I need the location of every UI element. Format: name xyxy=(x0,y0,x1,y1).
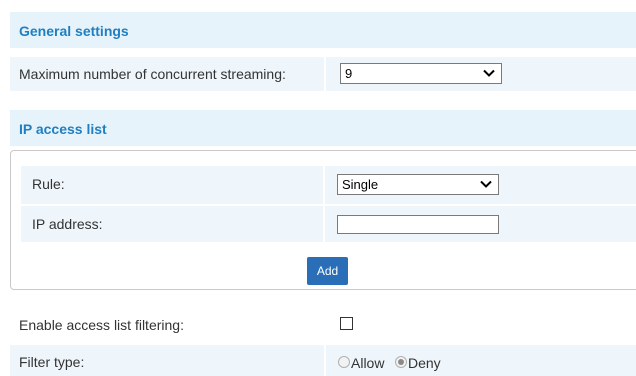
ip-address-cell xyxy=(323,206,636,242)
max-streaming-row: Maximum number of concurrent streaming: … xyxy=(10,57,636,91)
max-streaming-cell: 9 xyxy=(324,57,636,91)
filter-type-row: Filter type: xyxy=(10,345,636,376)
allow-radio[interactable] xyxy=(338,356,350,368)
ip-address-label: IP address: xyxy=(32,216,103,232)
deny-radio[interactable] xyxy=(395,356,407,368)
enable-filtering-label: Enable access list filtering: xyxy=(19,317,184,333)
rule-label: Rule: xyxy=(32,176,65,192)
allow-radio-label: Allow xyxy=(351,355,385,371)
add-button[interactable]: Add xyxy=(307,257,348,285)
deny-radio-label: Deny xyxy=(408,355,441,371)
general-settings-header: General settings xyxy=(10,12,636,48)
max-streaming-select[interactable]: 9 xyxy=(340,63,502,84)
rule-value: Single xyxy=(342,177,379,192)
max-streaming-value: 9 xyxy=(345,66,353,81)
ip-address-input[interactable] xyxy=(337,215,499,234)
enable-filtering-row: Enable access list filtering: xyxy=(10,306,636,343)
chevron-down-icon xyxy=(483,69,495,77)
general-settings-title: General settings xyxy=(19,23,129,39)
ip-address-row: IP address: xyxy=(21,206,636,242)
chevron-down-icon xyxy=(480,180,492,188)
rule-select[interactable]: Single xyxy=(337,174,499,195)
ip-access-list-title: IP access list xyxy=(19,121,107,137)
max-streaming-label: Maximum number of concurrent streaming: xyxy=(19,66,286,82)
filter-type-label: Filter type: xyxy=(19,354,85,370)
enable-filtering-checkbox[interactable] xyxy=(340,317,353,330)
ip-access-list-header: IP access list xyxy=(10,110,636,146)
rule-row: Rule: Single xyxy=(21,166,636,204)
rule-cell: Single xyxy=(323,166,636,204)
